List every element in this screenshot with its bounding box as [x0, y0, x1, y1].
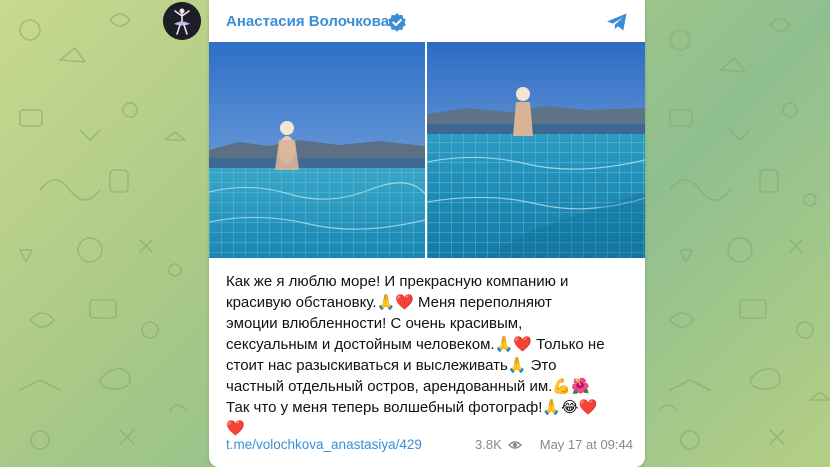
pool-photo-2 — [427, 42, 645, 258]
telegram-share-icon[interactable] — [605, 10, 629, 34]
post-photo-2[interactable] — [427, 42, 645, 258]
post-photo-1[interactable] — [209, 42, 425, 258]
channel-avatar[interactable] — [163, 2, 201, 40]
post-text-line: ❤️ — [226, 420, 245, 437]
post-text: Как же я люблю море! И прекрасную компан… — [226, 271, 636, 439]
post-text-line: красивую обстановку.🙏❤️ Меня переполняют — [226, 294, 552, 311]
post-date: May 17 at 09:44 — [539, 437, 633, 452]
post-text-line: сексуальным и достойным человеком.🙏❤️ То… — [226, 336, 605, 353]
post-text-line: Так что у меня теперь волшебный фотограф… — [226, 399, 598, 416]
post-link[interactable]: t.me/volochkova_anastasiya/429 — [226, 437, 422, 452]
verified-badge-icon — [388, 13, 406, 32]
eye-icon — [507, 440, 522, 449]
post-text-line: эмоции влюбленности! С очень красивым, — [226, 315, 523, 332]
post-text-line: частный отдельный остров, арендованный и… — [226, 378, 590, 395]
view-count: 3.8K — [475, 437, 502, 452]
post-card: Анастасия Волочкова Как же я люблю море!… — [209, 0, 645, 467]
post-text-line: Как же я люблю море! И прекрасную компан… — [226, 273, 569, 290]
ballerina-silhouette-icon — [163, 2, 201, 40]
channel-name[interactable]: Анастасия Волочкова — [226, 13, 389, 30]
pool-photo-1 — [209, 42, 425, 258]
post-text-line: стоит нас разыскиваться и выслеживать🙏 Э… — [226, 357, 557, 374]
post-meta: 3.8K May 17 at 09:44 — [475, 437, 633, 452]
